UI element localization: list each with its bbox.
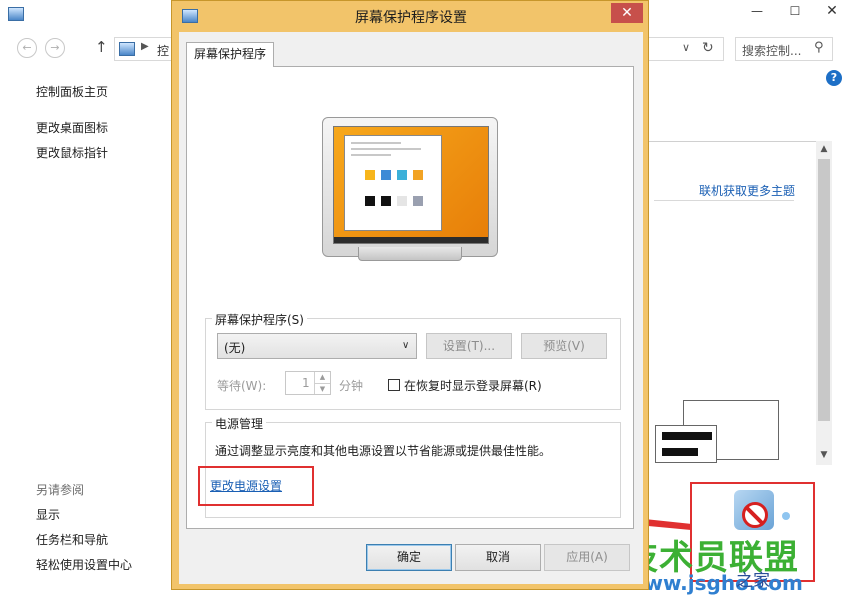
breadcrumb-chevron-icon: ▶	[141, 41, 149, 52]
screen-saver-dialog: 屏幕保护程序设置 ✕ 屏幕保护程序 屏幕保护程序(S) (无) ∨ 设置(T).…	[171, 0, 649, 590]
maximize-icon[interactable]: ☐	[780, 0, 810, 22]
cancel-button[interactable]: 取消	[455, 544, 541, 571]
see-also-link-taskbar[interactable]: 任务栏和导航	[36, 531, 108, 548]
tab-screen-saver[interactable]: 屏幕保护程序	[186, 42, 274, 67]
themes-divider	[654, 200, 794, 201]
power-description: 通过调整显示亮度和其他电源设置以节省能源或提供最佳性能。	[215, 444, 552, 458]
close-icon[interactable]: ✕	[812, 0, 852, 22]
scrollbar-thumb[interactable]	[818, 159, 830, 421]
wait-minutes-value: 1	[302, 376, 310, 390]
control-panel-icon	[119, 42, 135, 56]
resume-login-checkbox[interactable]	[388, 379, 400, 391]
address-text: 控	[157, 44, 170, 58]
settings-button[interactable]: 设置(T)...	[426, 333, 512, 359]
search-placeholder: 搜索控制...	[742, 44, 802, 58]
monitor-bezel	[322, 117, 498, 257]
wait-minutes-stepper[interactable]: 1 ▲ ▼	[285, 371, 331, 395]
no-entry-icon	[742, 502, 768, 528]
ok-button[interactable]: 确定	[366, 544, 452, 571]
preview-window-thumbnail	[344, 135, 442, 231]
watermark: 技术员联盟 www.jsgho.com 之家	[624, 530, 850, 598]
sidebar-link-home[interactable]: 控制面板主页	[36, 83, 108, 100]
watermark-url: www.jsgho.com	[626, 571, 803, 595]
scroll-up-icon[interactable]: ▲	[816, 141, 832, 157]
monitor-stand	[358, 247, 462, 261]
back-arrow-icon[interactable]: ←	[17, 38, 37, 58]
up-arrow-icon[interactable]: ↑	[95, 38, 108, 56]
stepper-up-icon[interactable]: ▲	[314, 372, 330, 383]
screen-saver-group: 屏幕保护程序(S) (无) ∨ 设置(T)... 预览(V) 等待(W): 1 …	[205, 311, 621, 410]
see-also-link-ease-of-access[interactable]: 轻松使用设置中心	[36, 556, 132, 573]
change-power-settings-link[interactable]: 更改电源设置	[210, 477, 282, 494]
control-panel-app-icon	[8, 7, 24, 21]
apply-button[interactable]: 应用(A)	[544, 544, 630, 571]
power-management-group: 电源管理 通过调整显示亮度和其他电源设置以节省能源或提供最佳性能。 更改电源设置	[198, 415, 621, 518]
power-link-highlight-box: 更改电源设置	[198, 466, 314, 506]
dialog-close-icon[interactable]: ✕	[611, 3, 643, 23]
screen-saver-group-label: 屏幕保护程序(S)	[212, 311, 307, 328]
preview-taskbar	[334, 237, 488, 243]
watermark-tail: 之家	[736, 571, 770, 591]
wait-unit-label: 分钟	[339, 379, 364, 393]
high-contrast-theme-thumbnail[interactable]	[655, 425, 717, 463]
preview-button[interactable]: 预览(V)	[521, 333, 607, 359]
search-input[interactable]: 搜索控制... ⚲	[735, 37, 833, 61]
screen-saver-select[interactable]: (无) ∨	[217, 333, 417, 359]
get-more-themes-link[interactable]: 联机获取更多主题	[699, 182, 795, 199]
monitor-screen	[333, 126, 489, 244]
minimize-icon[interactable]: —	[742, 0, 772, 22]
help-icon[interactable]: ?	[826, 70, 842, 86]
sidebar-link-desktop-icons[interactable]: 更改桌面图标	[36, 119, 108, 136]
sidebar-link-mouse-pointers[interactable]: 更改鼠标指针	[36, 144, 108, 161]
wait-label: 等待(W):	[217, 379, 267, 393]
search-icon[interactable]: ⚲	[814, 40, 824, 55]
chevron-down-icon[interactable]: ∨	[682, 41, 690, 54]
stepper-down-icon[interactable]: ▼	[314, 383, 330, 394]
see-also-heading: 另请参阅	[36, 483, 85, 497]
forward-arrow-icon[interactable]: →	[45, 38, 65, 58]
dialog-body: 屏幕保护程序 屏幕保护程序(S) (无) ∨ 设置(T)... 预览(V) 等待…	[179, 32, 643, 584]
chevron-down-icon: ∨	[402, 340, 410, 351]
scroll-down-icon[interactable]: ▼	[816, 447, 832, 463]
power-group-label: 电源管理	[212, 415, 267, 432]
screen-saver-select-value: (无)	[224, 341, 246, 355]
bubble-icon	[782, 512, 790, 520]
address-bar-end: ∨ ↻	[648, 37, 724, 61]
monitor-preview	[322, 117, 502, 265]
see-also-link-display[interactable]: 显示	[36, 506, 60, 523]
themes-scrollbar[interactable]: ▲ ▼	[816, 141, 832, 465]
resume-login-label[interactable]: 在恢复时显示登录屏幕(R)	[404, 377, 542, 394]
refresh-icon[interactable]: ↻	[702, 40, 714, 56]
dialog-title: 屏幕保护程序设置	[355, 10, 467, 26]
tab-panel: 屏幕保护程序(S) (无) ∨ 设置(T)... 预览(V) 等待(W): 1 …	[186, 66, 634, 529]
